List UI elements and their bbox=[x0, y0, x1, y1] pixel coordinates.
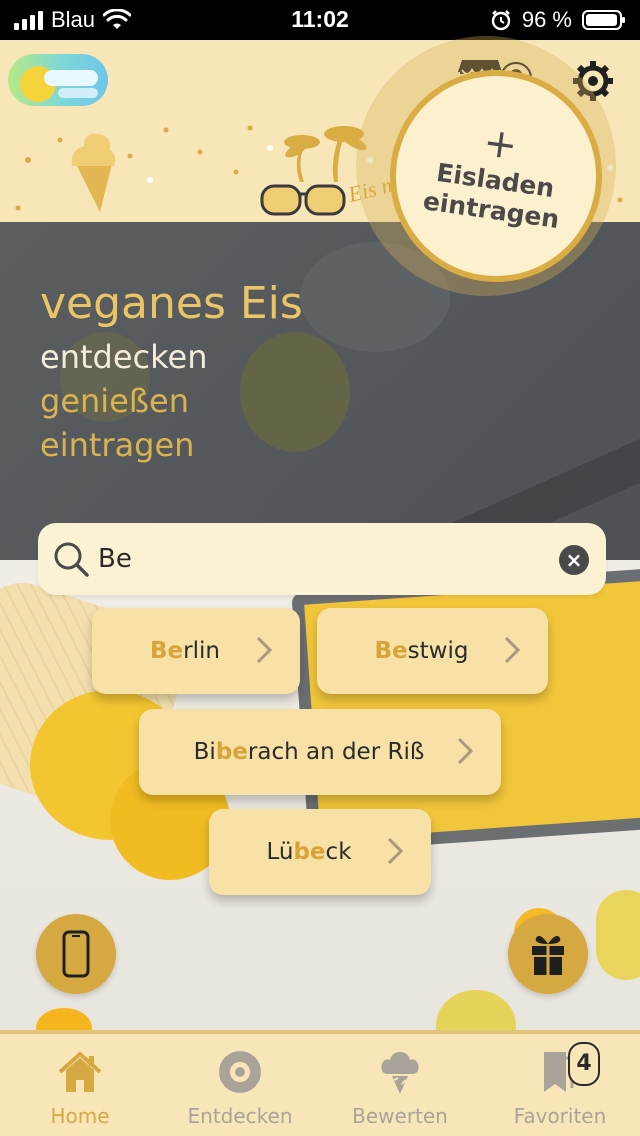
hero-line-register: eintragen bbox=[40, 426, 195, 464]
nav-home[interactable]: Home bbox=[0, 1034, 160, 1136]
ice-cream-cloud-icon bbox=[381, 1052, 419, 1094]
nav-favorites-label: Favoriten bbox=[513, 1104, 607, 1128]
alarm-icon bbox=[491, 10, 511, 31]
nav-home-label: Home bbox=[50, 1104, 110, 1128]
suggestion-chip[interactable]: Lübeck bbox=[209, 809, 431, 895]
gift-button[interactable] bbox=[508, 914, 588, 994]
chevron-right-icon bbox=[256, 636, 273, 664]
suggestion-chip[interactable]: Berlin bbox=[92, 608, 300, 694]
favorites-count-badge: 4 bbox=[568, 1042, 600, 1086]
nav-rate[interactable]: Bewerten bbox=[320, 1034, 480, 1136]
photo-shape bbox=[436, 990, 516, 1034]
gift-icon bbox=[532, 936, 564, 975]
search-bar[interactable]: × bbox=[38, 523, 606, 595]
suggestion-label: Berlin bbox=[150, 638, 220, 664]
chevron-right-icon bbox=[504, 636, 521, 664]
search-icon bbox=[54, 542, 89, 577]
plus-icon: + bbox=[480, 119, 521, 170]
clear-search-icon[interactable]: × bbox=[559, 545, 589, 575]
cloud-shape bbox=[58, 88, 98, 98]
battery-icon bbox=[582, 10, 625, 30]
target-icon bbox=[219, 1051, 261, 1093]
status-right: 96 % bbox=[490, 7, 626, 33]
battery-percent: 96 % bbox=[521, 7, 572, 32]
suggestion-label: Lübeck bbox=[266, 839, 352, 865]
weather-logo[interactable] bbox=[8, 54, 108, 106]
photo-shape bbox=[596, 890, 640, 980]
nav-discover-label: Entdecken bbox=[187, 1104, 293, 1128]
nav-favorites[interactable]: Favoriten bbox=[480, 1034, 640, 1136]
hero-title: veganes Eis bbox=[40, 278, 303, 329]
suggestion-label: Biberach an der Riß bbox=[193, 739, 425, 765]
nav-rate-label: Bewerten bbox=[352, 1104, 448, 1128]
cloud-shape bbox=[44, 70, 98, 86]
hero-background-shape bbox=[240, 332, 350, 452]
hero-line-discover: entdecken bbox=[40, 338, 208, 376]
hero-line-enjoy: genießen bbox=[40, 382, 189, 420]
chevron-right-icon bbox=[457, 737, 474, 765]
suggestion-label: Bestwig bbox=[374, 638, 469, 664]
nav-discover[interactable]: Entdecken bbox=[160, 1034, 320, 1136]
chevron-right-icon bbox=[387, 837, 404, 865]
suggestion-chip[interactable]: Bestwig bbox=[317, 608, 548, 694]
search-input[interactable] bbox=[98, 537, 538, 581]
bottom-navigation: Home Entdecken Bewerten Favoriten bbox=[0, 1030, 640, 1136]
home-icon bbox=[58, 1052, 102, 1092]
phone-button[interactable] bbox=[36, 914, 116, 994]
status-bar: Blau 11:02 96 % bbox=[0, 0, 640, 40]
smartphone-icon bbox=[62, 930, 90, 978]
suggestion-chip[interactable]: Biberach an der Riß bbox=[139, 709, 501, 795]
